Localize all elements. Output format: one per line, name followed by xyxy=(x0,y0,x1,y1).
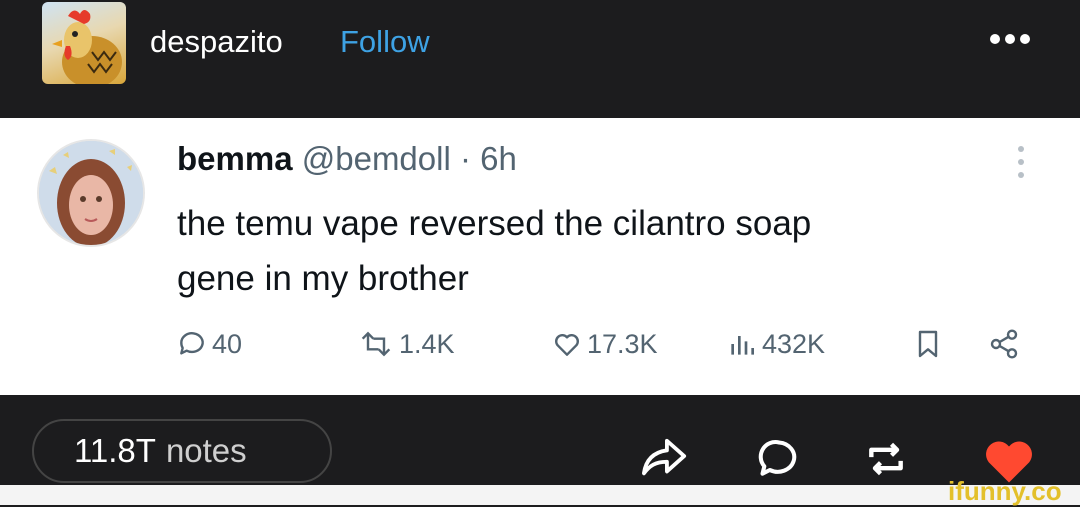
like-count: 17.3K xyxy=(587,328,658,359)
bookmark-button[interactable] xyxy=(912,328,944,360)
retweet-button[interactable]: 1.4K xyxy=(357,328,455,360)
blog-avatar[interactable] xyxy=(42,2,126,84)
reblog-button[interactable] xyxy=(862,437,910,486)
share-post-button[interactable] xyxy=(640,435,690,486)
reblog-icon xyxy=(869,442,903,476)
share-arrow-icon xyxy=(642,438,687,476)
tweet-card: bemma @bemdoll · 6h the temu vape revers… xyxy=(0,118,1080,395)
reply-button[interactable]: 40 xyxy=(176,328,242,360)
retweet-icon xyxy=(361,331,391,357)
tweet-separator: · xyxy=(459,140,471,177)
comment-icon xyxy=(758,440,797,476)
like-icon xyxy=(555,334,579,356)
comment-button[interactable] xyxy=(756,437,802,486)
bookmark-icon xyxy=(918,330,938,358)
kebab-icon[interactable] xyxy=(1018,146,1024,178)
retweet-count: 1.4K xyxy=(399,328,455,359)
tweet-author-handle[interactable]: @bemdoll xyxy=(302,140,451,177)
views-button[interactable]: 432K xyxy=(726,328,825,360)
tweet-text: the temu vape reversed the cilantro soap… xyxy=(177,196,997,306)
tweet-timestamp[interactable]: 6h xyxy=(480,140,517,177)
tweet-header: bemma @bemdoll · 6h xyxy=(177,140,517,178)
tweet-actions: 40 1.4K 17.3K 432K xyxy=(0,328,1080,378)
tweet-text-line: gene in my brother xyxy=(177,259,469,298)
tweet-text-line: the temu vape reversed the cilantro soap xyxy=(177,204,812,243)
notes-count: 11.8T xyxy=(74,432,156,469)
chicken-avatar-image xyxy=(52,10,122,84)
more-dots-icon[interactable] xyxy=(990,34,1030,44)
post-footer: 11.8T notes xyxy=(0,395,1080,485)
notes-button[interactable]: 11.8T notes xyxy=(32,419,332,483)
blog-username[interactable]: despazito xyxy=(150,24,283,60)
footer-strip xyxy=(0,485,1080,505)
views-icon xyxy=(731,336,754,355)
ifunny-watermark: ifunny.co xyxy=(948,476,1062,506)
share-button[interactable] xyxy=(988,328,1020,360)
follow-button[interactable]: Follow xyxy=(340,24,430,60)
views-count: 432K xyxy=(762,328,826,359)
tweet-author-name[interactable]: bemma xyxy=(177,140,293,177)
reply-icon xyxy=(180,332,204,355)
post-header: despazito Follow xyxy=(0,0,1080,118)
reply-count: 40 xyxy=(212,328,243,359)
profile-photo xyxy=(39,141,143,245)
share-icon xyxy=(990,329,1018,359)
like-button[interactable]: 17.3K xyxy=(551,328,658,360)
notes-label: notes xyxy=(165,432,247,469)
tweet-avatar[interactable] xyxy=(37,139,145,247)
